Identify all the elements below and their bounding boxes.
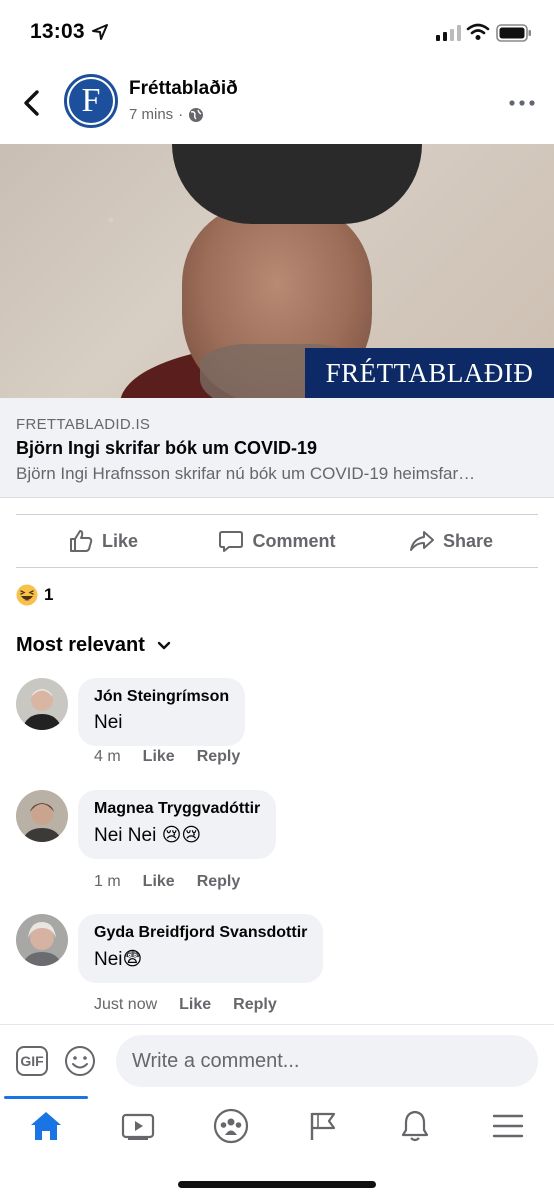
comment-actions: 4 m Like Reply [94, 748, 240, 766]
comment-composer: GIF Write a comment... [0, 1024, 554, 1096]
share-icon [409, 531, 434, 551]
commenter-avatar[interactable] [16, 914, 68, 966]
haha-icon [16, 584, 38, 606]
comment-icon [219, 531, 244, 552]
tab-groups[interactable] [185, 1096, 277, 1156]
chevron-down-icon [157, 641, 171, 649]
comment-time: 4 m [94, 748, 121, 765]
status-bar: 13:03 [0, 0, 554, 66]
location-arrow-icon [92, 24, 108, 40]
link-description: Björn Ingi Hrafnsson skrifar nú bók um C… [16, 464, 476, 483]
tab-watch[interactable] [92, 1096, 184, 1156]
comment-reply-button[interactable]: Reply [233, 996, 277, 1014]
photo-cap [172, 144, 422, 224]
comment-like-button[interactable]: Like [143, 873, 175, 891]
emoji-icon[interactable] [64, 1045, 96, 1077]
link-preview[interactable]: FRETTABLADID.IS Björn Ingi skrifar bók u… [0, 398, 554, 498]
tab-notifications[interactable] [369, 1096, 461, 1156]
commenter-name[interactable]: Jón Steingrímson [94, 688, 229, 706]
comment-sort[interactable]: Most relevant [16, 634, 171, 657]
comment-like-button[interactable]: Like [179, 996, 211, 1014]
comment-bubble[interactable]: Gyda Breidfjord Svansdottir Nei😨 [78, 914, 324, 983]
bottom-nav [0, 1096, 554, 1156]
comment-bubble[interactable]: Magnea Tryggvadóttir Nei Nei 😢😢 [78, 790, 277, 859]
menu-icon [492, 1114, 523, 1138]
reaction-summary[interactable]: 1 [16, 584, 53, 606]
watch-icon [122, 1113, 155, 1140]
tab-home[interactable] [0, 1096, 92, 1156]
status-time: 13:03 [30, 20, 85, 43]
tab-pages[interactable] [277, 1096, 369, 1156]
home-icon [31, 1112, 62, 1140]
commenter-name[interactable]: Magnea Tryggvadóttir [94, 800, 260, 818]
comment-input[interactable]: Write a comment... [116, 1035, 538, 1087]
share-button[interactable]: Share [364, 515, 538, 567]
comment-text: Nei [94, 712, 123, 733]
link-title: Björn Ingi skrifar bók um COVID-19 [16, 438, 318, 458]
share-label: Share [442, 530, 494, 551]
link-image[interactable]: FRÉTTABLAÐIÐ [0, 144, 554, 398]
page-avatar[interactable]: F [64, 74, 118, 128]
comment-like-button[interactable]: Like [143, 748, 175, 766]
like-button[interactable]: Like [16, 515, 190, 567]
sort-label: Most relevant [16, 634, 145, 656]
comment-button[interactable]: Comment [190, 515, 364, 567]
globe-icon [189, 107, 204, 122]
link-domain: FRETTABLADID.IS [16, 416, 151, 433]
page-logo: F [69, 79, 113, 123]
post-meta: 7 mins · [129, 106, 204, 123]
signal-icon [436, 25, 461, 41]
brand-banner: FRÉTTABLAÐIÐ [305, 348, 554, 398]
meta-separator: · [178, 106, 184, 123]
comment-time: Just now [94, 996, 158, 1013]
back-icon[interactable] [18, 88, 46, 118]
pages-icon [310, 1112, 336, 1140]
comment-text: Nei Nei 😢😢 [94, 825, 202, 846]
comment-reply-button[interactable]: Reply [197, 873, 241, 891]
more-icon[interactable] [508, 96, 536, 110]
commenter-name[interactable]: Gyda Breidfjord Svansdottir [94, 924, 307, 942]
commenter-avatar[interactable] [16, 790, 68, 842]
action-bar: Like Comment Share [16, 514, 538, 568]
commenter-avatar[interactable] [16, 678, 68, 730]
home-indicator[interactable] [178, 1181, 376, 1188]
groups-icon [213, 1108, 248, 1144]
wifi-icon [466, 23, 490, 40]
comment-label: Comment [252, 530, 336, 551]
comment-bubble[interactable]: Jón Steingrímson Nei [78, 678, 246, 746]
page-name[interactable]: Fréttablaðið [129, 78, 238, 100]
post-header: F Fréttablaðið 7 mins · [0, 66, 554, 144]
post-time[interactable]: 7 mins [129, 106, 173, 123]
like-label: Like [101, 530, 139, 551]
comment-reply-button[interactable]: Reply [197, 748, 241, 766]
reaction-count: 1 [44, 585, 54, 604]
like-icon [69, 530, 93, 552]
gif-button[interactable]: GIF [16, 1046, 48, 1076]
bell-icon [402, 1110, 429, 1142]
tab-menu[interactable] [462, 1096, 554, 1156]
comment-time: 1 m [94, 873, 121, 890]
comment-actions: Just now Like Reply [94, 996, 277, 1014]
battery-icon [496, 24, 531, 42]
comment-actions: 1 m Like Reply [94, 873, 240, 891]
comment-text: Nei😨 [94, 949, 143, 970]
